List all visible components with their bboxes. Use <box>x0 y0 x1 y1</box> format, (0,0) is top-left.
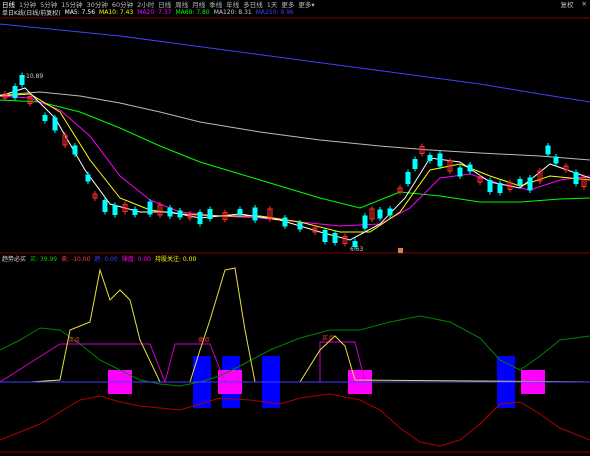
candle <box>487 180 493 192</box>
signal-label: 买点 <box>322 334 334 342</box>
low-price-label: 6.63 <box>350 246 364 253</box>
candle <box>387 208 393 216</box>
candle <box>573 172 579 184</box>
candle <box>112 205 118 215</box>
candle <box>167 207 173 217</box>
candle <box>197 212 203 224</box>
candle <box>467 164 473 172</box>
signal-label: 卖点 <box>198 336 210 344</box>
candle <box>437 153 443 167</box>
candle <box>252 207 258 221</box>
candle <box>12 86 18 98</box>
candle <box>457 167 463 177</box>
candle <box>42 115 48 121</box>
candle <box>412 159 418 169</box>
candle <box>322 230 328 242</box>
candle <box>497 183 503 193</box>
candle <box>85 174 91 182</box>
high-price-label: —10.89 <box>20 73 43 80</box>
candle <box>72 145 78 155</box>
candle <box>282 217 288 227</box>
candle <box>553 156 559 164</box>
candle <box>362 215 368 229</box>
ma5-line <box>0 87 590 241</box>
signal-label: 买点 <box>68 336 80 344</box>
candle <box>207 209 213 219</box>
candle <box>517 179 523 185</box>
ma10-line <box>0 93 590 233</box>
candle <box>132 209 138 215</box>
candle <box>52 117 58 131</box>
candle <box>377 209 383 219</box>
candle <box>297 222 303 230</box>
candle <box>102 200 108 212</box>
candle <box>147 201 153 215</box>
candle <box>527 177 533 191</box>
ma120-line <box>0 91 590 161</box>
candle <box>177 210 183 218</box>
candle <box>545 145 551 155</box>
event-marker <box>398 248 403 253</box>
candle <box>405 172 411 184</box>
ma250-line <box>0 23 590 103</box>
candle <box>427 155 433 161</box>
kline-chart[interactable]: —10.89 6.63 买点 卖点 买点 <box>0 0 590 456</box>
candle <box>237 209 243 215</box>
candle <box>332 233 338 243</box>
